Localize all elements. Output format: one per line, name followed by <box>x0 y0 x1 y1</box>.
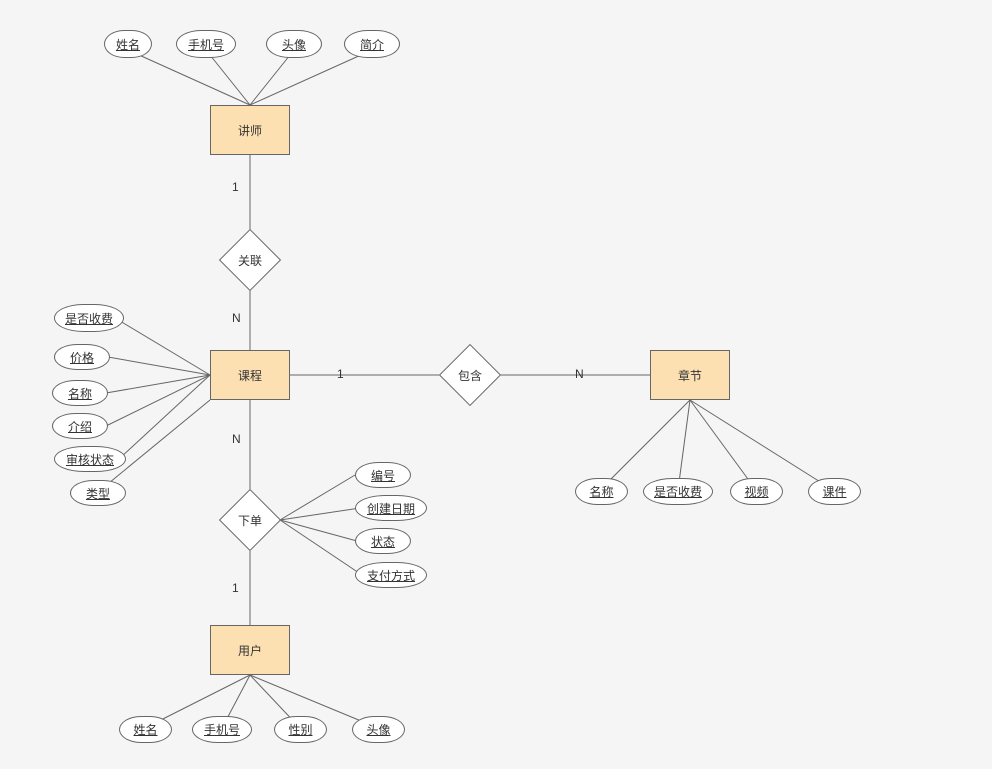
attr-user-avatar: 头像 <box>352 716 405 743</box>
relation-order-label: 下单 <box>238 512 262 529</box>
er-diagram-canvas: { "entities": { "lecturer": "讲师", "cours… <box>0 0 992 769</box>
attr-chapter-ischarge: 是否收费 <box>643 478 713 505</box>
entity-chapter: 章节 <box>650 350 730 400</box>
relation-relate: 关联 <box>220 230 280 290</box>
attr-course-name: 名称 <box>52 380 108 406</box>
card-relate-course: N <box>232 311 241 325</box>
attr-course-audit: 审核状态 <box>54 446 126 472</box>
relation-contain: 包含 <box>440 345 500 405</box>
attr-course-intro: 介绍 <box>52 413 108 439</box>
card-order-user: 1 <box>232 581 239 595</box>
attr-course-price: 价格 <box>54 344 110 370</box>
entity-lecturer: 讲师 <box>210 105 290 155</box>
attr-chapter-name: 名称 <box>575 478 628 505</box>
attr-order-paymethod: 支付方式 <box>355 562 427 588</box>
attr-lecturer-name: 姓名 <box>104 30 152 58</box>
attr-order-date: 创建日期 <box>355 495 427 521</box>
attr-user-phone: 手机号 <box>192 716 252 743</box>
attr-lecturer-avatar: 头像 <box>266 30 322 58</box>
attr-course-type: 类型 <box>70 480 126 506</box>
card-contain-chapter: N <box>575 367 584 381</box>
entity-course: 课程 <box>210 350 290 400</box>
card-course-contain: 1 <box>337 367 344 381</box>
attr-lecturer-intro: 简介 <box>344 30 400 58</box>
relation-order: 下单 <box>220 490 280 550</box>
attr-course-ischarge: 是否收费 <box>54 304 124 332</box>
attr-lecturer-phone: 手机号 <box>176 30 236 58</box>
card-course-order: N <box>232 432 241 446</box>
attr-chapter-video: 视频 <box>730 478 783 505</box>
attr-order-status: 状态 <box>355 528 411 554</box>
relation-contain-label: 包含 <box>458 367 482 384</box>
attr-chapter-courseware: 课件 <box>808 478 861 505</box>
attr-user-name: 姓名 <box>119 716 172 743</box>
relation-relate-label: 关联 <box>238 252 262 269</box>
entity-user: 用户 <box>210 625 290 675</box>
attr-user-gender: 性别 <box>274 716 327 743</box>
card-lecturer-relate: 1 <box>232 180 239 194</box>
attr-order-no: 编号 <box>355 462 411 488</box>
